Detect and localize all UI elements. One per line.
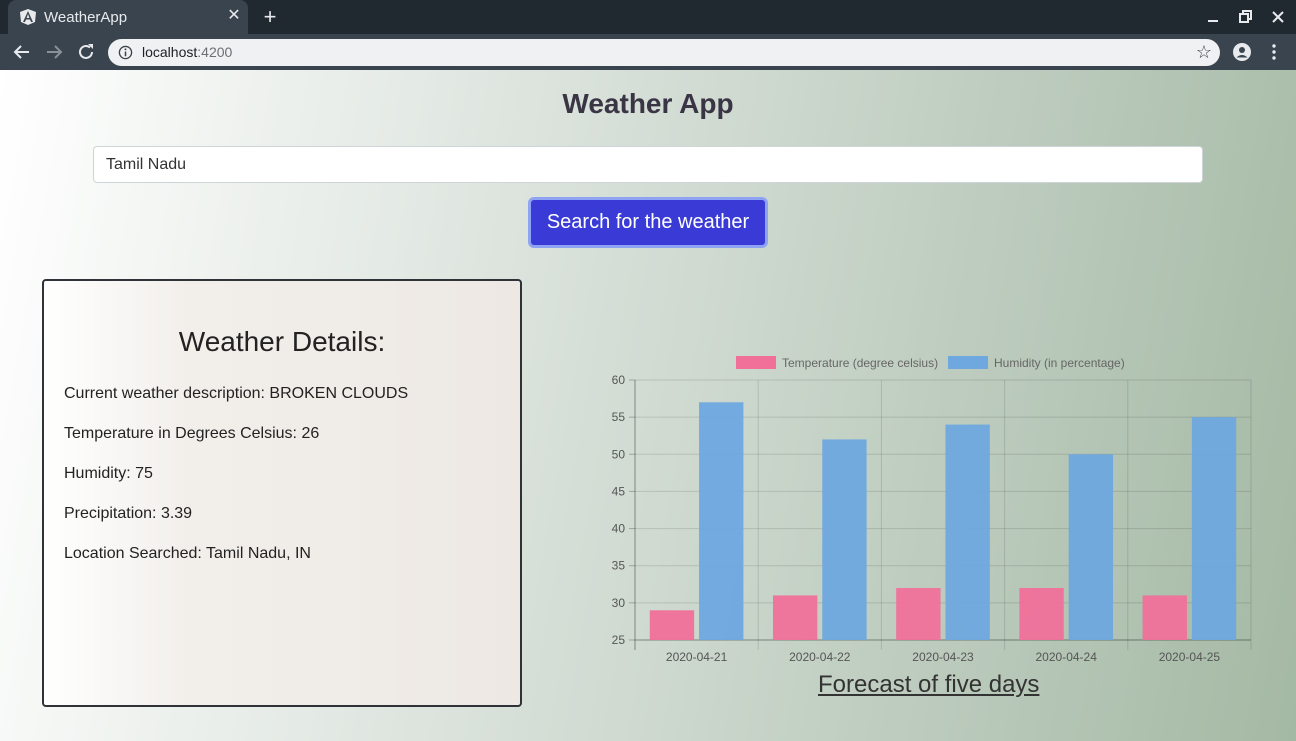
browser-toolbar: localhost:4200 ☆ [0,34,1296,70]
address-bar[interactable]: localhost:4200 ☆ [108,39,1220,66]
weather-description: Current weather description: BROKEN CLOU… [64,385,409,402]
temperature-bar [1019,588,1064,640]
humidity-bar [1191,417,1237,640]
legend-swatch-humidity [948,356,988,369]
humidity-value: Humidity: 75 [64,465,153,482]
forward-icon[interactable] [42,40,66,64]
new-tab-icon[interactable]: + [259,6,281,28]
forecast-chart: 25 30 35 40 45 50 55 60 2020-04-21 2020-04-22 2020… [580,340,1270,690]
url-port: :4200 [197,44,233,60]
humidity-bar [1068,454,1114,640]
close-tab-icon[interactable]: ✕ [224,6,244,26]
location-value: Location Searched: Tamil Nadu, IN [64,545,311,562]
y-tick-label: 30 [612,596,626,610]
precipitation-value: Precipitation: 3.39 [64,505,193,522]
y-tick-label: 35 [612,559,626,573]
y-tick-label: 25 [612,633,626,647]
temperature-value: Temperature in Degrees Celsius: 26 [64,425,320,442]
y-tick-label: 50 [612,447,626,461]
weather-details-heading: Weather Details: [178,326,386,357]
x-tick-label: 2020-04-22 [789,650,851,664]
browser-tab[interactable]: WeatherApp ✕ [8,0,248,34]
humidity-bar [822,439,867,640]
forecast-chart-svg: 25 30 35 40 45 50 55 60 2020-04-21 2020-04-22 2020… [612,356,1252,664]
menu-icon[interactable] [1264,42,1284,62]
temperature-bar [649,610,695,640]
x-tick-label: 2020-04-24 [1036,650,1098,664]
temperature-bar [772,595,818,640]
temperature-bar [1142,595,1187,640]
humidity-bar [699,402,744,640]
weather-details-card: Weather Details: Current weather descrip… [42,279,522,707]
page-content: Weather App Search for the weather Weath… [0,70,1296,741]
url-host: localhost [142,44,198,60]
profile-icon[interactable] [1232,42,1252,62]
location-search-input[interactable] [93,146,1203,183]
info-icon[interactable] [118,45,133,60]
humidity-bar [945,424,990,640]
x-tick-label: 2020-04-25 [1159,650,1221,664]
url-text: localhost:4200 [142,44,232,60]
page-title: Weather App [562,88,734,119]
back-icon[interactable] [10,40,34,64]
temperature-bar [896,588,941,640]
y-tick-label: 55 [612,410,626,424]
reload-icon[interactable] [74,40,98,64]
forecast-caption-link[interactable]: Forecast of five days [818,671,1039,699]
x-tick-label: 2020-04-21 [666,650,728,664]
legend-swatch-temperature [736,356,776,369]
y-tick-label: 40 [612,522,626,536]
tab-title: WeatherApp [44,9,128,26]
legend-label-humidity: Humidity (in percentage) [994,356,1125,370]
legend-label-temperature: Temperature (degree celsius) [782,356,938,370]
y-tick-label: 60 [612,373,626,387]
bookmark-star-icon[interactable]: ☆ [1196,42,1212,63]
minimize-icon[interactable] [1202,6,1224,28]
restore-icon[interactable] [1234,6,1256,28]
angular-icon [20,9,36,25]
browser-titlebar: WeatherApp ✕ + [0,0,1296,34]
y-tick-label: 45 [612,484,626,498]
close-window-icon[interactable] [1267,6,1289,28]
x-tick-label: 2020-04-23 [912,650,974,664]
search-weather-button[interactable]: Search for the weather [528,197,768,248]
